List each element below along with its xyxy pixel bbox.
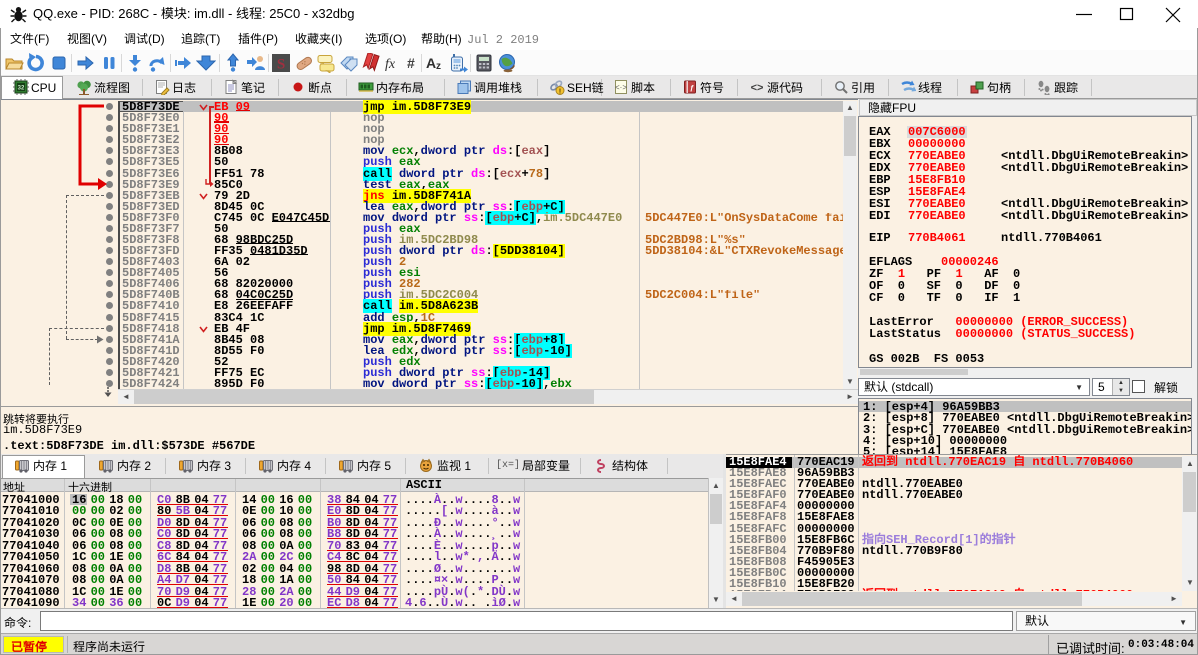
svg-text:<>: <> (751, 82, 764, 94)
svg-text:A: A (426, 55, 436, 71)
svg-text:32: 32 (18, 86, 25, 92)
svg-text:<·>: <·> (615, 83, 627, 92)
svg-text:S: S (277, 57, 285, 73)
svg-text:z: z (436, 61, 441, 72)
svg-text:fx: fx (385, 57, 396, 72)
svg-text:ƒ: ƒ (690, 83, 694, 92)
svg-text:!: ! (559, 87, 562, 96)
svg-text:#: # (407, 55, 415, 71)
